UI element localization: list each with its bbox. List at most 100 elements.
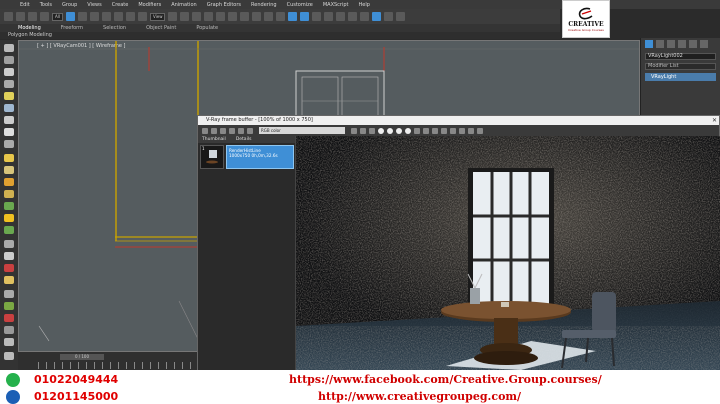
vray-light-icon[interactable] [4,154,14,162]
menu-create[interactable]: Create [112,2,129,8]
layer-explorer-icon[interactable] [288,12,298,21]
copy-icon[interactable] [369,127,375,134]
render-teapot-icon[interactable] [477,127,483,134]
keyboard-shortcut-icon[interactable] [192,12,202,21]
render-icon[interactable] [372,12,382,21]
grid-icon[interactable] [4,352,14,360]
select-object-icon[interactable] [65,12,75,21]
select-manipulate-icon[interactable] [180,12,190,21]
menu-graph-editors[interactable]: Graph Editors [207,2,241,8]
modifier-list-dropdown[interactable]: Modifier List [645,63,716,70]
menu-group[interactable]: Group [62,2,77,8]
render-image[interactable] [296,136,720,370]
create-tab-icon[interactable] [645,40,653,48]
vray-sphere-icon[interactable] [4,264,14,272]
camera-icon[interactable] [4,104,14,112]
vray-fur-icon[interactable] [4,214,14,222]
save-all-icon[interactable] [360,127,366,134]
vray-vfb-icon[interactable] [4,326,14,334]
helper-icon[interactable] [4,116,14,124]
render-production-icon[interactable] [384,12,394,21]
mono-icon[interactable] [414,127,420,134]
link-icon[interactable] [28,12,37,21]
menu-modifiers[interactable]: Modifiers [138,2,161,8]
light-icon[interactable] [4,92,14,100]
scale-icon[interactable] [137,12,147,21]
box-icon[interactable] [4,68,14,76]
rect-select-icon[interactable] [89,12,99,21]
sphere-icon[interactable] [4,80,14,88]
window-crossing-icon[interactable] [101,12,111,21]
menu-views[interactable]: Views [87,2,101,8]
red-channel-icon[interactable] [378,127,384,134]
create-geometry-icon[interactable] [4,44,14,52]
blue-channel-icon[interactable] [396,127,402,134]
render-last-icon[interactable] [450,127,456,134]
tab-object-paint[interactable]: Object Paint [146,25,176,31]
vray-sun-icon[interactable] [4,166,14,174]
pivot-icon[interactable] [168,12,178,21]
alpha-channel-icon[interactable] [405,127,411,134]
dome-light-icon[interactable] [4,190,14,198]
redo-icon[interactable] [16,12,25,21]
website-link[interactable]: http://www.creativegroupeg.com/ [318,390,521,403]
rendered-frame-icon[interactable] [360,12,370,21]
time-track[interactable] [38,362,198,369]
menu-maxscript[interactable]: MAXScript [323,2,349,8]
ribbon-panel-title[interactable]: Polygon Modeling [0,32,560,39]
object-name-field[interactable]: VRayLight002 [645,53,716,60]
shapes-icon[interactable] [4,56,14,64]
vray-mesh-icon[interactable] [4,252,14,260]
tab-modeling[interactable]: Modeling [18,25,41,31]
spinner-snap-icon[interactable] [240,12,250,21]
ies-light-icon[interactable] [4,178,14,186]
menu-tools[interactable]: Tools [40,2,52,8]
vray-tool-icon[interactable] [396,12,406,21]
menu-rendering[interactable]: Rendering [251,2,277,8]
schematic-view-icon[interactable] [324,12,334,21]
scene-explorer-icon[interactable] [300,12,310,21]
menu-help[interactable]: Help [359,2,370,8]
material-editor-icon[interactable] [336,12,346,21]
undo-icon[interactable] [4,12,13,21]
menu-animation[interactable]: Animation [171,2,197,8]
facebook-link[interactable]: https://www.facebook.com/Creative.Group.… [289,373,602,386]
unlink-icon[interactable] [40,12,49,21]
vfb-titlebar[interactable]: V-Ray frame buffer - [100% of 1000 x 750… [198,116,719,125]
track-mouse-icon[interactable] [423,127,429,134]
phone-number[interactable]: 01201145000 [34,390,118,403]
history-icon[interactable] [220,127,226,134]
channel-dropdown[interactable]: RGB color [259,127,345,134]
snap-icon[interactable] [204,12,214,21]
load-image-icon[interactable] [211,127,217,134]
modifier-stack-item[interactable]: VRayLight [645,73,716,81]
lens-effects-icon[interactable] [238,127,244,134]
viewport-toggle-icon[interactable] [4,338,14,346]
tab-freeform[interactable]: Freeform [61,25,83,31]
tab-populate[interactable]: Populate [196,25,218,31]
hierarchy-tab-icon[interactable] [667,40,675,48]
utilities-tab-icon[interactable] [700,40,708,48]
vray-scatter-icon[interactable] [4,302,14,310]
render-setup-icon[interactable] [348,12,358,21]
motion-tab-icon[interactable] [678,40,686,48]
region-render-icon[interactable] [432,127,438,134]
phone-whatsapp[interactable]: 01022049444 [34,373,118,386]
spacewarp-icon[interactable] [4,128,14,136]
curve-editor-icon[interactable] [312,12,322,21]
time-slider[interactable]: 0 / 100 [60,354,104,360]
reference-coordinate-dropdown[interactable]: View [149,12,166,21]
save-image-icon[interactable] [202,127,208,134]
vray-fog-icon[interactable] [4,290,14,298]
green-channel-icon[interactable] [387,127,393,134]
tab-selection[interactable]: Selection [103,25,126,31]
rotate-icon[interactable] [125,12,135,21]
compare-icon[interactable] [229,127,235,134]
vray-sun-sky-icon[interactable] [4,276,14,284]
selection-filter-dropdown[interactable]: All [52,12,63,21]
ipr-icon[interactable] [459,127,465,134]
angle-snap-icon[interactable] [216,12,226,21]
align-icon[interactable] [276,12,286,21]
named-selection-icon[interactable] [252,12,262,21]
display-tab-icon[interactable] [689,40,697,48]
